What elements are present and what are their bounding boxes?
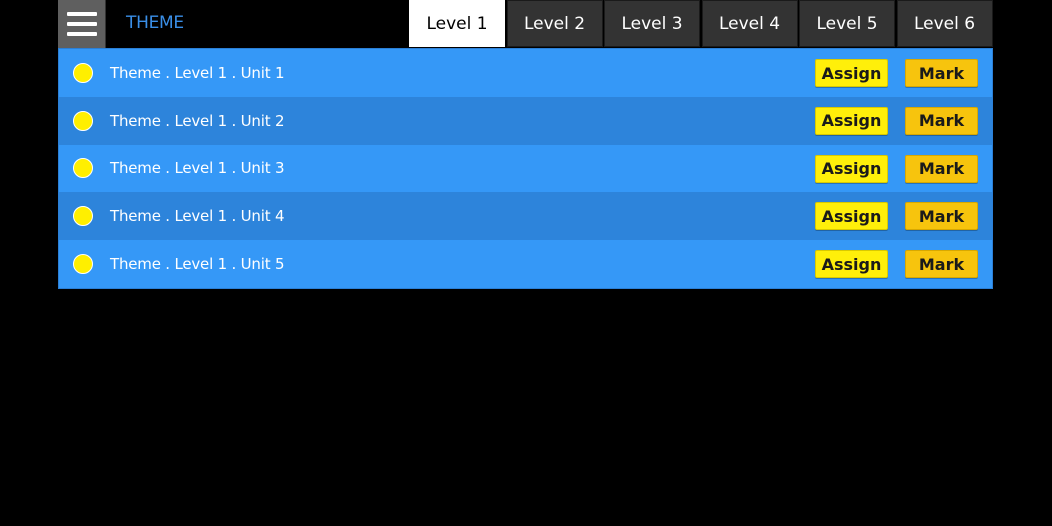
assign-button[interactable]: Assign bbox=[815, 250, 888, 279]
tab-level-4[interactable]: Level 4 bbox=[701, 0, 798, 47]
assign-button[interactable]: Assign bbox=[815, 106, 888, 135]
mark-button[interactable]: Mark bbox=[905, 154, 978, 183]
tab-level-6[interactable]: Level 6 bbox=[896, 0, 993, 47]
tab-level-5[interactable]: Level 5 bbox=[799, 0, 895, 47]
app: THEME Level 1 Level 2 Level 3 Level 4 Le… bbox=[58, 0, 993, 289]
top-bar: THEME Level 1 Level 2 Level 3 Level 4 Le… bbox=[58, 0, 993, 48]
mark-button[interactable]: Mark bbox=[905, 106, 978, 135]
unit-label: Theme . Level 1 . Unit 3 bbox=[110, 159, 285, 178]
hamburger-menu-icon-bar bbox=[66, 22, 97, 26]
unit-label: Theme . Level 1 . Unit 4 bbox=[110, 207, 285, 226]
status-dot-icon bbox=[73, 62, 93, 83]
unit-label: Theme . Level 1 . Unit 1 bbox=[110, 63, 285, 82]
mark-button[interactable]: Mark bbox=[905, 250, 978, 279]
unit-row[interactable]: Theme . Level 1 . Unit 1 Assign Mark bbox=[59, 49, 992, 97]
mark-button[interactable]: Mark bbox=[905, 202, 978, 231]
unit-row[interactable]: Theme . Level 1 . Unit 2 Assign Mark bbox=[59, 96, 992, 145]
tab-level-1[interactable]: Level 1 bbox=[409, 0, 505, 47]
tab-level-3[interactable]: Level 3 bbox=[604, 0, 700, 47]
assign-button[interactable]: Assign bbox=[815, 59, 888, 87]
status-dot-icon bbox=[73, 254, 93, 275]
hamburger-menu-icon-bar bbox=[66, 32, 97, 36]
page-title: THEME bbox=[126, 13, 184, 33]
mark-button[interactable]: Mark bbox=[905, 59, 978, 87]
status-dot-icon bbox=[73, 158, 93, 179]
unit-label: Theme . Level 1 . Unit 2 bbox=[110, 111, 285, 130]
assign-button[interactable]: Assign bbox=[815, 154, 888, 183]
hamburger-menu-icon bbox=[66, 12, 97, 16]
level-tabs: Level 1 Level 2 Level 3 Level 4 Level 5 … bbox=[409, 0, 994, 48]
unit-row[interactable]: Theme . Level 1 . Unit 4 Assign Mark bbox=[59, 192, 992, 241]
unit-row[interactable]: Theme . Level 1 . Unit 5 Assign Mark bbox=[59, 240, 992, 288]
status-dot-icon bbox=[73, 110, 93, 131]
unit-list: Theme . Level 1 . Unit 1 Assign Mark The… bbox=[58, 48, 993, 289]
menu-button[interactable] bbox=[58, 0, 106, 48]
unit-label: Theme . Level 1 . Unit 5 bbox=[110, 255, 285, 274]
status-dot-icon bbox=[73, 206, 93, 227]
unit-row[interactable]: Theme . Level 1 . Unit 3 Assign Mark bbox=[59, 144, 992, 193]
assign-button[interactable]: Assign bbox=[815, 202, 888, 231]
tab-level-2[interactable]: Level 2 bbox=[506, 0, 603, 47]
